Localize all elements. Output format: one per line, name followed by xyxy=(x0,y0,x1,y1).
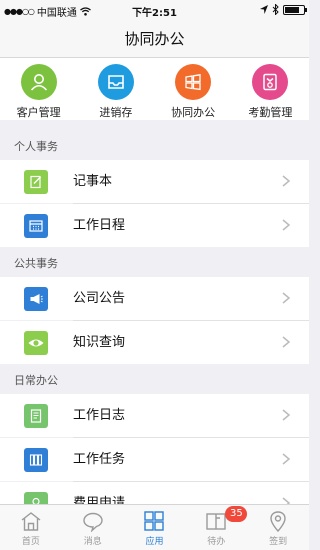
calendar-icon xyxy=(24,214,48,238)
tab-bar: 首页 消息 应用 35 待办 签到 xyxy=(0,504,309,550)
list-item-label: 工作任务 xyxy=(73,452,126,467)
location-arrow-icon xyxy=(260,5,268,14)
bluetooth-icon xyxy=(272,4,279,15)
nav-bar: 协同办公 xyxy=(0,20,309,58)
task-binders-icon xyxy=(24,448,48,472)
chevron-right-icon xyxy=(282,453,291,465)
tab-label: 待办 xyxy=(207,537,226,547)
list-item-schedule[interactable]: 工作日程 xyxy=(0,204,309,247)
windows-icon xyxy=(175,64,212,100)
notepad-icon xyxy=(24,170,48,194)
list-item-notepad[interactable]: 记事本 xyxy=(0,160,309,203)
quick-action-label: 客户管理 xyxy=(16,106,61,119)
battery-icon xyxy=(283,4,307,15)
section-header-daily: 日常办公 xyxy=(0,368,309,394)
quick-action-label: 考勤管理 xyxy=(248,106,293,119)
message-icon xyxy=(82,512,103,532)
list-item-label: 工作日志 xyxy=(73,408,126,423)
chevron-right-icon xyxy=(282,292,291,304)
list-item-label: 公司公告 xyxy=(73,291,126,306)
tab-label: 签到 xyxy=(269,537,288,547)
quick-action-collab[interactable]: 协同办公 xyxy=(155,58,232,120)
tab-todo[interactable]: 35 待办 xyxy=(185,505,248,550)
quick-action-label: 协同办公 xyxy=(171,106,216,119)
megaphone-icon xyxy=(24,287,48,311)
tab-label: 应用 xyxy=(145,537,164,547)
customer-icon xyxy=(20,64,57,100)
tab-messages[interactable]: 消息 xyxy=(62,505,124,550)
list-item-label: 工作日程 xyxy=(73,218,126,233)
attendance-icon xyxy=(252,64,289,100)
eye-icon xyxy=(24,331,48,355)
list-item-label: 知识查询 xyxy=(73,335,126,350)
status-right xyxy=(260,4,307,15)
quick-action-label: 进销存 xyxy=(99,106,133,119)
quick-action-customer[interactable]: 客户管理 xyxy=(0,58,77,120)
apps-grid-icon xyxy=(144,511,165,531)
tab-label: 首页 xyxy=(21,537,40,547)
list-item-worktask[interactable]: 工作任务 xyxy=(0,438,309,481)
home-icon xyxy=(21,512,41,531)
quick-action-inventory[interactable]: 进销存 xyxy=(77,58,154,120)
tab-label: 消息 xyxy=(83,537,102,547)
tab-apps[interactable]: 应用 xyxy=(124,505,186,550)
chevron-right-icon xyxy=(282,219,291,231)
location-pin-icon xyxy=(270,511,286,532)
page-title: 协同办公 xyxy=(124,30,185,48)
list-item-worklog[interactable]: 工作日志 xyxy=(0,394,309,437)
list-item-announcement[interactable]: 公司公告 xyxy=(0,277,309,320)
quick-actions: 客户管理 进销存 协同办公 考勤管理 xyxy=(0,58,309,120)
todo-count-badge: 35 xyxy=(225,506,248,522)
status-bar: ●●●○○ 中国联通 下午2:51 xyxy=(0,0,309,20)
chevron-right-icon xyxy=(282,336,291,348)
tab-checkin[interactable]: 签到 xyxy=(247,505,309,550)
chevron-right-icon xyxy=(282,175,291,187)
list-item-label: 记事本 xyxy=(73,174,113,189)
section-header-public: 公共事务 xyxy=(0,251,309,277)
section-header-personal: 个人事务 xyxy=(0,134,309,160)
chevron-right-icon xyxy=(282,409,291,421)
log-document-icon xyxy=(24,404,48,428)
tab-home[interactable]: 首页 xyxy=(0,505,62,550)
list-item-knowledge[interactable]: 知识查询 xyxy=(0,321,309,364)
inventory-tray-icon xyxy=(97,64,134,100)
quick-action-attendance[interactable]: 考勤管理 xyxy=(232,58,309,120)
